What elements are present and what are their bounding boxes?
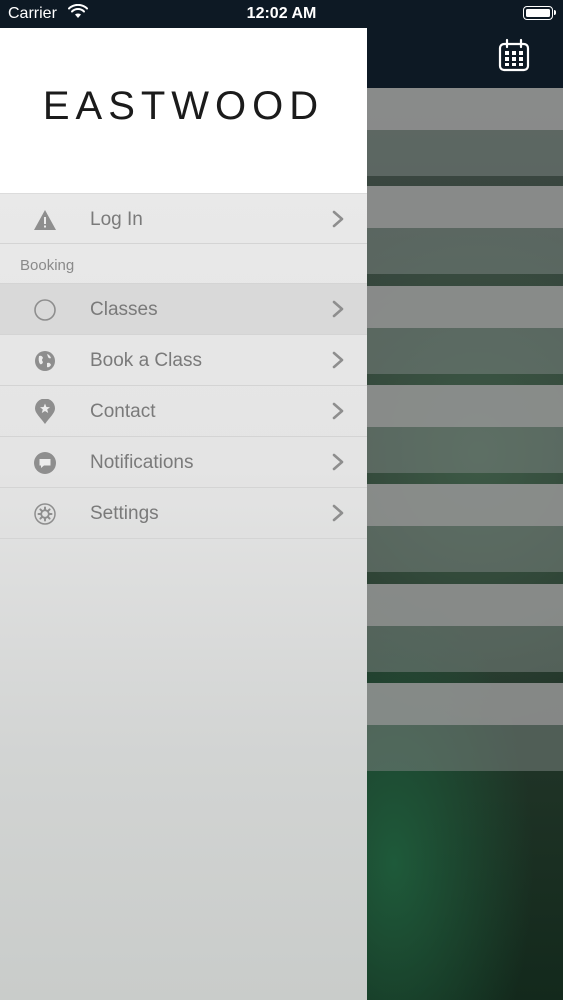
side-drawer: EASTWOOD Log In Booking Classes Book a C… [0, 28, 367, 1000]
menu-item-label: Log In [90, 209, 143, 230]
warning-icon [32, 207, 58, 233]
gear-icon [32, 501, 58, 527]
chevron-right-icon [331, 350, 345, 370]
calendar-icon[interactable] [497, 38, 531, 72]
menu-item-classes[interactable]: Classes [0, 284, 367, 335]
chat-icon [32, 450, 58, 476]
brand-header: EASTWOOD [0, 28, 367, 193]
chevron-right-icon [331, 401, 345, 421]
map-pin-icon [32, 399, 58, 425]
chevron-right-icon [331, 503, 345, 523]
battery-icon [523, 6, 556, 20]
menu-item-label: Notifications [90, 452, 194, 473]
circle-icon [32, 297, 58, 323]
menu-item-login[interactable]: Log In [0, 193, 367, 244]
chevron-right-icon [331, 209, 345, 229]
menu-item-contact[interactable]: Contact [0, 386, 367, 437]
menu-item-label: Classes [90, 299, 158, 320]
menu-item-label: Book a Class [90, 350, 202, 371]
section-label: Booking [20, 257, 75, 274]
clock: 12:02 AM [246, 5, 317, 22]
chevron-right-icon [331, 299, 345, 319]
status-bar: Carrier 12:02 AM [0, 0, 563, 28]
globe-icon [32, 348, 58, 374]
section-header-booking: Booking [0, 244, 367, 284]
menu-item-book-a-class[interactable]: Book a Class [0, 335, 367, 386]
menu-item-label: Settings [90, 503, 159, 524]
brand-logo: EASTWOOD [42, 84, 325, 128]
menu-item-notifications[interactable]: Notifications [0, 437, 367, 488]
chevron-right-icon [331, 452, 345, 472]
menu-item-label: Contact [90, 401, 156, 422]
menu-item-settings[interactable]: Settings [0, 488, 367, 539]
